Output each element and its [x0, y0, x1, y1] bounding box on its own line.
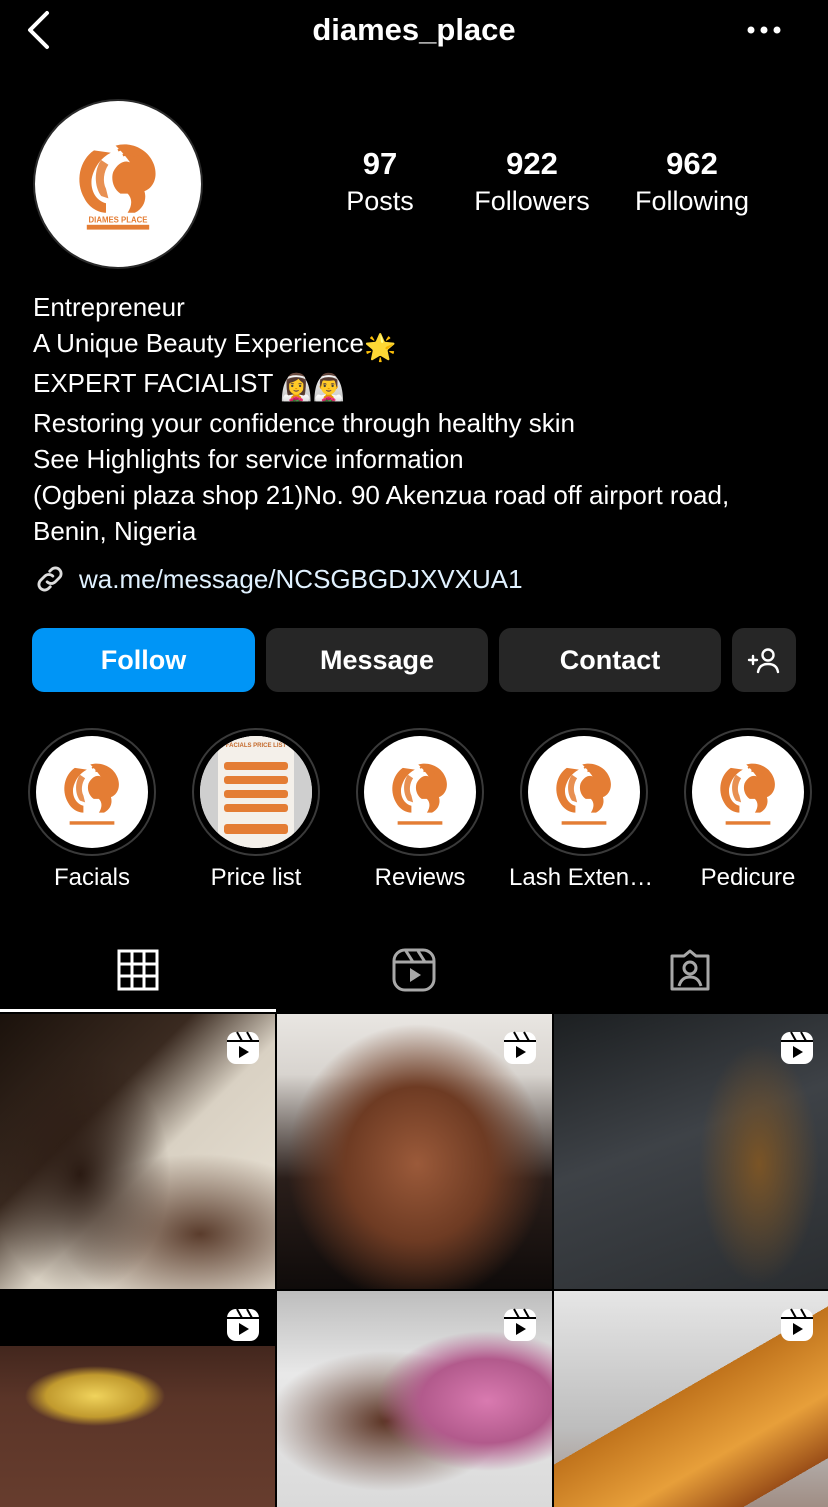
posts-grid [0, 1014, 828, 1507]
bio-line-5: See Highlights for service information [33, 444, 464, 474]
highlight-pedicure[interactable]: Pedicure [673, 728, 823, 892]
bio-line-3: EXPERT FACIALIST 👰‍♀️👰‍♂️ [33, 365, 803, 405]
highlight-lash-extensions[interactable]: Lash Extens... [509, 728, 659, 892]
profile-tabs [0, 928, 828, 1012]
brand-logo [49, 749, 135, 835]
highlight-ring [684, 728, 812, 856]
highlight-label: Price list [210, 864, 302, 891]
profile-stats: 97 Posts 922 Followers 962 Following [300, 145, 780, 225]
highlight-ring [28, 728, 156, 856]
story-highlights: Facials FACIALS PRICE LIST Price list Re… [0, 728, 828, 898]
bio-line-3-text: EXPERT FACIALIST [33, 368, 273, 398]
reel-icon [227, 1031, 259, 1064]
grid-icon [117, 949, 159, 991]
post-thumbnail[interactable] [277, 1014, 552, 1289]
highlight-cover [364, 736, 476, 848]
profile-username: diames_place [312, 12, 516, 47]
highlight-ring [356, 728, 484, 856]
add-person-icon [747, 648, 780, 674]
post-thumbnail[interactable] [0, 1291, 275, 1507]
top-bar: diames_place [0, 0, 828, 62]
tab-posts-grid[interactable] [0, 928, 276, 1012]
tab-reels[interactable] [276, 928, 552, 1012]
bride-groom-emoji: 👰‍♀️👰‍♂️ [280, 372, 345, 402]
stat-posts-label: Posts [346, 186, 414, 216]
reel-icon [781, 1308, 813, 1341]
bio-line-2: A Unique Beauty Experience🌟 [33, 325, 803, 365]
brand-logo-text: DIAMES PLACE [89, 215, 148, 224]
bio-line-2-text: A Unique Beauty Experience [33, 328, 364, 358]
brand-logo: DIAMES PLACE [58, 124, 178, 244]
message-button[interactable]: Message [266, 628, 488, 692]
tagged-icon [670, 949, 710, 991]
brand-logo [705, 749, 791, 835]
highlight-price-list[interactable]: FACIALS PRICE LIST Price list [181, 728, 331, 892]
stat-following[interactable]: 962 Following [612, 145, 772, 219]
highlight-cover: FACIALS PRICE LIST [200, 736, 312, 848]
bio-line-4: Restoring your confidence through health… [33, 408, 575, 438]
reel-icon [227, 1308, 259, 1341]
stat-posts[interactable]: 97 Posts [300, 145, 460, 219]
highlight-label: Facials [53, 864, 131, 891]
highlight-cover [692, 736, 804, 848]
bio-line-1: Entrepreneur [33, 292, 185, 322]
stat-posts-value: 97 [362, 146, 398, 181]
profile-actions: Follow Message Contact [32, 628, 796, 692]
tab-tagged[interactable] [552, 928, 828, 1012]
highlight-reviews[interactable]: Reviews [345, 728, 495, 892]
brand-logo [541, 749, 627, 835]
highlight-label: Pedicure [700, 864, 796, 891]
brand-logo [377, 749, 463, 835]
profile-bio: Entrepreneur A Unique Beauty Experience🌟… [33, 289, 803, 549]
post-thumbnail[interactable] [554, 1014, 828, 1289]
contact-button[interactable]: Contact [499, 628, 721, 692]
highlight-ring [520, 728, 648, 856]
suggest-people-button[interactable] [732, 628, 796, 692]
price-list-preview: FACIALS PRICE LIST [200, 736, 312, 848]
stat-following-label: Following [634, 186, 750, 216]
follow-button[interactable]: Follow [32, 628, 255, 692]
post-thumbnail[interactable] [0, 1014, 275, 1289]
link-icon [37, 566, 63, 592]
highlight-cover [528, 736, 640, 848]
profile-avatar[interactable]: DIAMES PLACE [33, 99, 203, 269]
highlight-cover [36, 736, 148, 848]
bio-address: (Ogbeni plaza shop 21)No. 90 Akenzua roa… [33, 480, 730, 546]
highlight-ring: FACIALS PRICE LIST [192, 728, 320, 856]
reels-icon [392, 948, 436, 992]
star-emoji: 🌟 [364, 332, 397, 362]
highlight-label: Reviews [374, 864, 466, 891]
reel-icon [781, 1031, 813, 1064]
stat-followers-label: Followers [474, 186, 590, 216]
post-thumbnail[interactable] [277, 1291, 552, 1507]
stat-following-value: 962 [666, 146, 718, 181]
stat-followers[interactable]: 922 Followers [452, 145, 612, 219]
more-horizontal-icon[interactable] [744, 18, 784, 42]
link-text[interactable]: wa.me/message/NCSGBGDJXVXUA1 [79, 564, 523, 595]
profile-screen: diames_place DIAMES PLACE 97 Posts 922 F… [0, 0, 828, 1507]
highlight-label: Lash Extens... [509, 864, 659, 891]
highlight-facials[interactable]: Facials [17, 728, 167, 892]
reel-icon [504, 1031, 536, 1064]
profile-link[interactable]: wa.me/message/NCSGBGDJXVXUA1 [33, 559, 523, 599]
reel-icon [504, 1308, 536, 1341]
post-thumbnail[interactable] [554, 1291, 828, 1507]
price-list-title: FACIALS PRICE LIST [226, 743, 287, 749]
stat-followers-value: 922 [506, 146, 558, 181]
